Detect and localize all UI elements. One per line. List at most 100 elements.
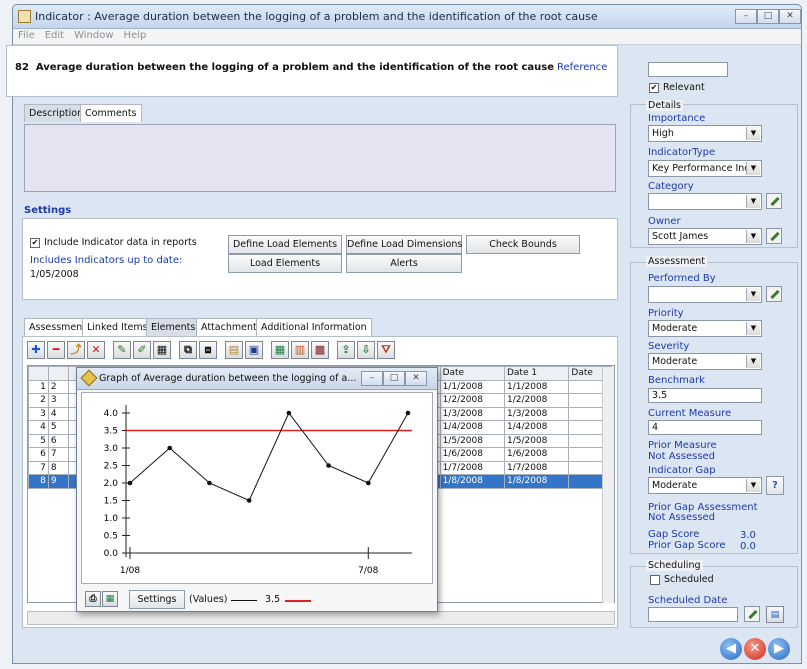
edit-all-icon[interactable]: ✐ xyxy=(133,341,151,359)
tab-elements[interactable]: Elements xyxy=(146,318,201,336)
title-bar[interactable]: Indicator : Average duration between the… xyxy=(13,5,801,29)
table-cell[interactable]: 8 xyxy=(28,474,49,489)
indicator-gap-select[interactable]: Moderate ▼ xyxy=(648,477,762,494)
graph-close-button[interactable]: ✕ xyxy=(405,371,427,386)
current-measure-input[interactable]: 4 xyxy=(648,420,762,435)
edit-category-icon[interactable] xyxy=(766,193,782,209)
copy-icon[interactable]: ⧉ xyxy=(179,341,197,359)
grid-icon[interactable]: ▦ xyxy=(153,341,171,359)
table-cell[interactable]: 3 xyxy=(28,406,49,421)
horizontal-scrollbar[interactable] xyxy=(27,611,615,625)
column-header[interactable] xyxy=(28,366,49,381)
benchmark-input[interactable]: 3.5 xyxy=(648,388,762,403)
column-header[interactable]: Date 1 xyxy=(503,366,570,381)
edit-icon[interactable]: ✎ xyxy=(113,341,131,359)
indicator-type-select[interactable]: Key Performance Indic ▼ xyxy=(648,160,762,177)
calendar-icon[interactable]: ▤ xyxy=(766,606,784,623)
table-cell[interactable]: 1/5/2008 xyxy=(439,433,505,448)
graph-minimize-button[interactable]: – xyxy=(361,371,383,386)
owner-select[interactable]: Scott James ▼ xyxy=(648,228,762,245)
table-cell[interactable]: 3 xyxy=(47,393,69,408)
export-icon[interactable]: ⇪ xyxy=(337,341,355,359)
table-cell[interactable]: 1/4/2008 xyxy=(439,420,505,435)
table-cell[interactable]: 6 xyxy=(28,447,49,462)
table-cell[interactable]: 1/5/2008 xyxy=(503,433,570,448)
table-cell[interactable]: 1 xyxy=(28,379,49,394)
paste-icon[interactable]: ⧈ xyxy=(199,341,217,359)
menu-help[interactable]: Help xyxy=(119,29,152,42)
graph-maximize-button[interactable]: □ xyxy=(383,371,405,386)
include-data-checkbox[interactable]: ✔ Include Indicator data in reports xyxy=(30,237,197,248)
relevant-checkbox[interactable]: ✔ Relevant xyxy=(649,82,705,93)
table-cell[interactable]: 2 xyxy=(28,393,49,408)
graph-title-bar[interactable]: Graph of Average duration between the lo… xyxy=(77,368,437,390)
link-icon[interactable]: ⤴ xyxy=(67,341,85,359)
table-cell[interactable]: 5 xyxy=(47,420,69,435)
table-cell[interactable]: 1/3/2008 xyxy=(503,406,570,421)
menu-edit[interactable]: Edit xyxy=(40,29,69,42)
import-icon[interactable]: ⇩ xyxy=(357,341,375,359)
table-cell[interactable]: 5 xyxy=(28,433,49,448)
table-cell[interactable]: 1/7/2008 xyxy=(439,460,505,475)
maximize-button[interactable]: □ xyxy=(757,9,779,24)
table-cell[interactable]: 7 xyxy=(47,447,69,462)
table-cell[interactable]: 1/7/2008 xyxy=(503,460,570,475)
performed-by-select[interactable]: ▼ xyxy=(648,286,762,303)
table-cell[interactable]: 1/2/2008 xyxy=(439,393,505,408)
table-cell[interactable]: 1/6/2008 xyxy=(503,447,570,462)
scheduled-checkbox[interactable]: Scheduled xyxy=(650,574,714,585)
forward-button[interactable]: ▶ xyxy=(768,638,790,660)
define-load-dimensions-button[interactable]: Define Load Dimensions xyxy=(346,235,462,254)
matrix-icon[interactable]: ▩ xyxy=(311,341,329,359)
print-icon[interactable]: ⎙ xyxy=(85,591,101,607)
edit-schedule-icon[interactable] xyxy=(744,606,760,622)
table-cell[interactable]: 1/8/2008 xyxy=(439,474,505,489)
scheduled-date-input[interactable] xyxy=(648,607,738,622)
bar-chart-icon[interactable]: ▥ xyxy=(291,341,309,359)
table-cell[interactable]: 1/1/2008 xyxy=(503,379,570,394)
table-cell[interactable]: 6 xyxy=(47,433,69,448)
check-bounds-button[interactable]: Check Bounds xyxy=(466,235,580,254)
remove-icon[interactable]: ━ xyxy=(47,341,65,359)
tab-additional-information[interactable]: Additional Information xyxy=(256,318,372,336)
tab-linked-items[interactable]: Linked Items xyxy=(82,318,153,336)
tab-description[interactable]: Description xyxy=(24,104,89,122)
category-select[interactable]: ▼ xyxy=(648,193,762,210)
table-cell[interactable]: 4 xyxy=(28,420,49,435)
column-header[interactable]: Date xyxy=(439,366,505,381)
define-load-elements-button[interactable]: Define Load Elements xyxy=(228,235,342,254)
export-excel-icon[interactable]: ▦ xyxy=(102,591,118,607)
severity-select[interactable]: Moderate ▼ xyxy=(648,353,762,370)
delete-icon[interactable]: ✕ xyxy=(87,341,105,359)
table-cell[interactable]: 1/8/2008 xyxy=(503,474,570,489)
save-icon[interactable]: ▣ xyxy=(245,341,263,359)
edit-performed-by-icon[interactable] xyxy=(766,286,782,302)
importance-select[interactable]: High ▼ xyxy=(648,125,762,142)
cancel-button[interactable]: ✕ xyxy=(744,638,766,660)
minimize-button[interactable]: – xyxy=(735,9,757,24)
priority-select[interactable]: Moderate ▼ xyxy=(648,320,762,337)
column-header[interactable] xyxy=(47,366,69,381)
edit-owner-icon[interactable] xyxy=(766,228,782,244)
description-textarea[interactable] xyxy=(24,124,616,192)
filter-icon[interactable]: ⛛ xyxy=(377,341,395,359)
table-cell[interactable]: 2 xyxy=(47,379,69,394)
table-cell[interactable]: 8 xyxy=(47,460,69,475)
close-window-button[interactable]: ✕ xyxy=(779,9,801,24)
reference-input[interactable] xyxy=(648,62,728,77)
table-cell[interactable]: 4 xyxy=(47,406,69,421)
vertical-scrollbar[interactable] xyxy=(602,367,614,603)
table-cell[interactable]: 1/3/2008 xyxy=(439,406,505,421)
table-cell[interactable]: 1/4/2008 xyxy=(503,420,570,435)
tab-assessment[interactable]: Assessment xyxy=(24,318,91,336)
add-icon[interactable]: ✚ xyxy=(27,341,45,359)
table-cell[interactable]: 1/1/2008 xyxy=(439,379,505,394)
table-cell[interactable]: 7 xyxy=(28,460,49,475)
table-cell[interactable]: 1/2/2008 xyxy=(503,393,570,408)
table-cell[interactable]: 1/6/2008 xyxy=(439,447,505,462)
menu-file[interactable]: File xyxy=(13,29,40,42)
open-folder-icon[interactable]: ▤ xyxy=(225,341,243,359)
table-icon[interactable]: ▦ xyxy=(271,341,289,359)
tab-comments[interactable]: Comments xyxy=(80,104,142,122)
back-button[interactable]: ◀ xyxy=(720,638,742,660)
